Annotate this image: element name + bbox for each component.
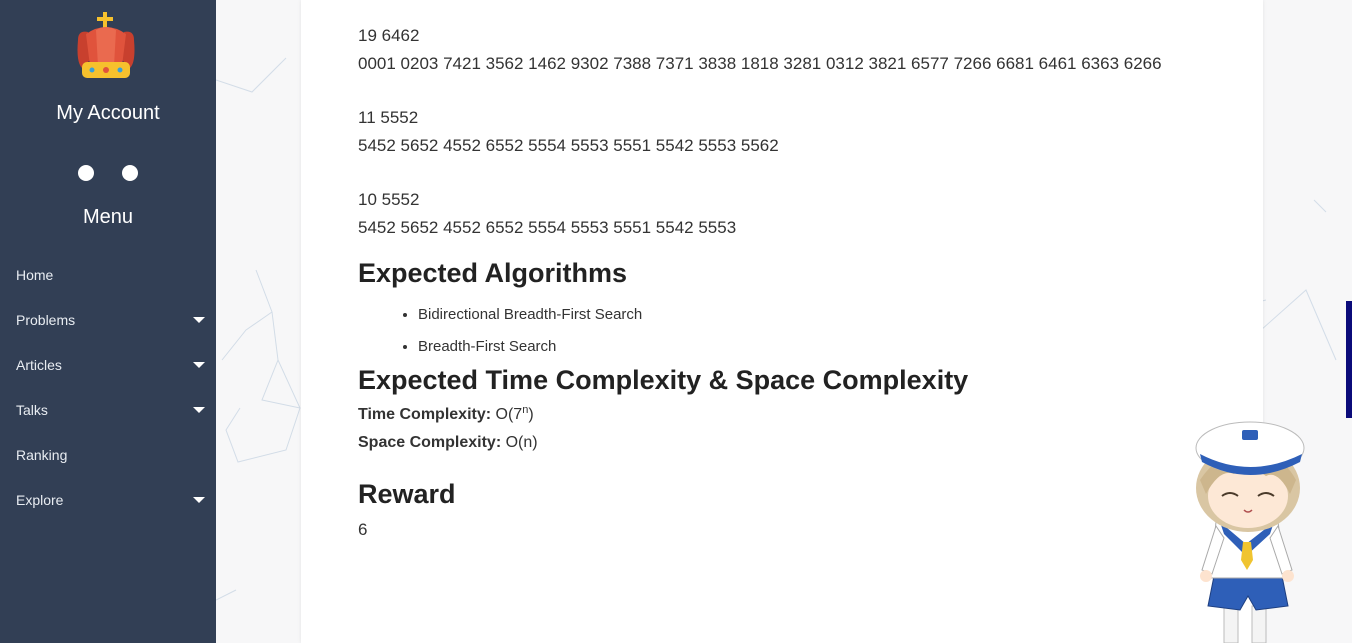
problem-content: 19 6462 0001 0203 7421 3562 1462 9302 73… xyxy=(358,22,1198,540)
caret-down-icon[interactable] xyxy=(193,407,205,413)
sidebar-item-label: Problems xyxy=(16,312,76,328)
space-complexity-label: Space Complexity: xyxy=(358,434,502,451)
sidebar-item-problems[interactable]: Problems xyxy=(0,298,216,343)
sample-body: 0001 0203 7421 3562 1462 9302 7388 7371 … xyxy=(358,54,1162,73)
complexity-heading: Expected Time Complexity & Space Complex… xyxy=(358,365,969,395)
sidebar: My Account Menu Home Problems Articles T… xyxy=(0,0,216,643)
caret-down-icon[interactable] xyxy=(193,497,205,503)
time-complexity-label: Time Complexity: xyxy=(358,406,492,423)
caret-down-icon[interactable] xyxy=(193,317,205,323)
sidebar-item-articles[interactable]: Articles xyxy=(0,343,216,388)
sidebar-nav: Home Problems Articles Talks Ranking Exp… xyxy=(0,253,216,523)
space-complexity-value: O(n) xyxy=(505,434,538,451)
sidebar-item-talks[interactable]: Talks xyxy=(0,388,216,433)
sample-body: 5452 5652 4552 6552 5554 5553 5551 5542 … xyxy=(358,136,779,155)
caret-down-icon[interactable] xyxy=(193,362,205,368)
sidebar-dots xyxy=(0,165,216,186)
sidebar-item-explore[interactable]: Explore xyxy=(0,478,216,523)
time-complexity: Time Complexity: O(7n) xyxy=(358,396,1198,429)
sidebar-item-label: Home xyxy=(16,267,54,283)
sidebar-item-home[interactable]: Home xyxy=(0,253,216,298)
dot-indicator[interactable] xyxy=(122,165,138,181)
reward-value: 6 xyxy=(358,520,368,539)
menu-title: Menu xyxy=(82,206,134,228)
account-title[interactable]: My Account xyxy=(0,102,216,125)
space-complexity: Space Complexity: O(n) xyxy=(358,429,1198,457)
reward-heading: Reward xyxy=(358,479,456,509)
time-complexity-value: O(7n) xyxy=(495,404,534,423)
list-item: Bidirectional Breadth-First Search xyxy=(418,299,1198,331)
sidebar-item-label: Explore xyxy=(16,492,64,508)
dot-indicator[interactable] xyxy=(78,165,94,181)
sample-header: 10 5552 xyxy=(358,190,420,209)
crown-icon[interactable] xyxy=(72,12,140,82)
sidebar-item-label: Articles xyxy=(16,357,62,373)
sample-body: 5452 5652 4552 6552 5554 5553 5551 5542 … xyxy=(358,218,737,237)
list-item: Breadth-First Search xyxy=(418,331,1198,363)
scroll-indicator[interactable] xyxy=(1346,301,1352,418)
algorithms-list: Bidirectional Breadth-First Search Bread… xyxy=(358,299,1198,363)
sidebar-item-ranking[interactable]: Ranking xyxy=(0,433,216,478)
algorithms-heading: Expected Algorithms xyxy=(358,258,628,288)
sidebar-item-label: Talks xyxy=(16,402,48,418)
problem-card: 19 6462 0001 0203 7421 3562 1462 9302 73… xyxy=(301,0,1263,643)
mascot-character-image[interactable] xyxy=(1180,410,1320,643)
sidebar-item-label: Ranking xyxy=(16,447,68,463)
sample-header: 19 6462 xyxy=(358,26,420,45)
sample-header: 11 5552 xyxy=(358,108,419,127)
